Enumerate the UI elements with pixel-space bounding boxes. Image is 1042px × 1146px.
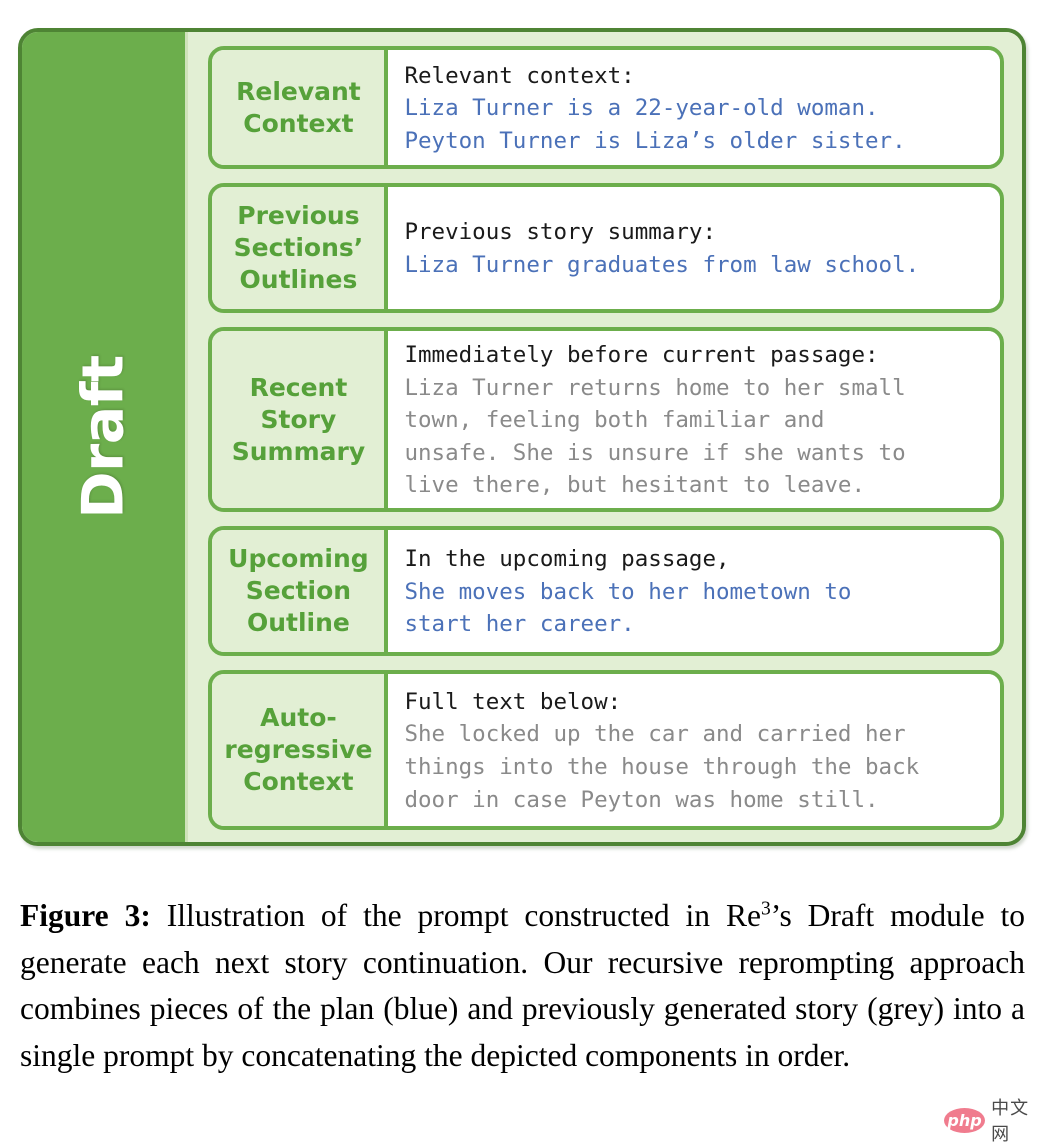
figure-caption: Figure 3: Illustration of the prompt con… bbox=[20, 893, 1025, 1079]
row-label-line: Previous bbox=[237, 201, 360, 230]
row-plan-text: Liza Turner is a 22-year-old woman. bbox=[404, 95, 879, 122]
row-header-text: Relevant context: bbox=[404, 62, 635, 89]
row-header-text: Previous story summary: bbox=[404, 219, 716, 246]
row-label-line: Story bbox=[260, 404, 337, 434]
row-body-recent-story-summary: Immediately before current passage: Liza… bbox=[388, 331, 1000, 508]
row-story-text: door in case Peyton was home still. bbox=[404, 786, 879, 813]
row-label-line: Summary bbox=[231, 436, 366, 466]
row-label-relevant-context: Relevant Context bbox=[212, 50, 389, 165]
row-body-auto-regressive-context: Full text below: She locked up the car a… bbox=[388, 674, 1000, 826]
row-label-line: Section bbox=[245, 576, 352, 605]
watermark-text: 中文网 bbox=[991, 1098, 1030, 1145]
row-label-line: Context bbox=[243, 767, 354, 796]
caption-figure-number: Figure 3: bbox=[20, 898, 151, 933]
draft-sidebar-band: Draft bbox=[22, 32, 189, 842]
row-label-line: Auto- bbox=[260, 703, 337, 732]
row-body-previous-sections-outlines: Previous story summary: Liza Turner grad… bbox=[388, 187, 1000, 309]
prompt-row-auto-regressive-context: Auto- regressive Context Full text below… bbox=[208, 670, 1004, 830]
prompt-component-rows: Relevant Context Relevant context: Liza … bbox=[188, 32, 1022, 842]
row-plan-text: Liza Turner graduates from law school. bbox=[404, 252, 920, 278]
row-label-line: Outlines bbox=[239, 265, 358, 294]
row-label-line: regressive bbox=[224, 735, 373, 764]
row-label-line: Context bbox=[243, 108, 354, 138]
row-label-line: Outline bbox=[246, 608, 350, 637]
row-body-upcoming-section-outline: In the upcoming passage, She moves back … bbox=[388, 530, 1000, 652]
caption-part-one: Illustration of the prompt constructed i… bbox=[150, 898, 761, 933]
figure-illustration: Draft Relevant Context Relevant context:… bbox=[0, 0, 1042, 875]
row-label-line: Recent bbox=[249, 372, 348, 402]
row-story-text: unsafe. She is unsure if she wants to bbox=[404, 439, 906, 466]
row-label-upcoming-section-outline: Upcoming Section Outline bbox=[212, 530, 389, 652]
row-label-auto-regressive-context: Auto- regressive Context bbox=[212, 674, 389, 826]
row-header-text: Immediately before current passage: bbox=[404, 341, 879, 368]
row-label-line: Upcoming bbox=[228, 544, 369, 573]
php-watermark: php 中文网 bbox=[944, 1094, 1042, 1146]
prompt-row-upcoming-section-outline: Upcoming Section Outline In the upcoming… bbox=[208, 526, 1004, 656]
draft-sidebar-label: Draft bbox=[70, 355, 137, 519]
row-label-recent-story-summary: Recent Story Summary bbox=[212, 331, 389, 508]
row-body-relevant-context: Relevant context: Liza Turner is a 22-ye… bbox=[388, 50, 1000, 165]
row-plan-text: She moves back to her hometown to bbox=[404, 578, 852, 605]
row-label-previous-sections-outlines: Previous Sections’ Outlines bbox=[212, 187, 389, 309]
caption-superscript: 3 bbox=[760, 898, 771, 920]
prompt-row-relevant-context: Relevant Context Relevant context: Liza … bbox=[208, 46, 1004, 169]
row-story-text: town, feeling both familiar and bbox=[404, 407, 825, 434]
row-plan-text: start her career. bbox=[404, 611, 635, 638]
row-story-text: live there, but hesitant to leave. bbox=[404, 472, 866, 499]
row-label-line: Sections’ bbox=[233, 233, 364, 262]
row-header-text: In the upcoming passage, bbox=[404, 546, 730, 573]
row-story-text: Liza Turner returns home to her small bbox=[404, 374, 906, 401]
prompt-row-previous-sections-outlines: Previous Sections’ Outlines Previous sto… bbox=[208, 183, 1004, 313]
row-story-text: She locked up the car and carried her bbox=[404, 721, 906, 748]
prompt-row-recent-story-summary: Recent Story Summary Immediately before … bbox=[208, 327, 1004, 512]
draft-prompt-diagram: Draft Relevant Context Relevant context:… bbox=[18, 28, 1026, 846]
row-plan-text: Peyton Turner is Liza’s older sister. bbox=[404, 127, 906, 154]
php-logo-badge: php bbox=[944, 1107, 986, 1133]
row-label-line: Relevant bbox=[236, 76, 361, 106]
row-header-text: Full text below: bbox=[404, 688, 622, 715]
row-story-text: things into the house through the back bbox=[404, 754, 920, 780]
